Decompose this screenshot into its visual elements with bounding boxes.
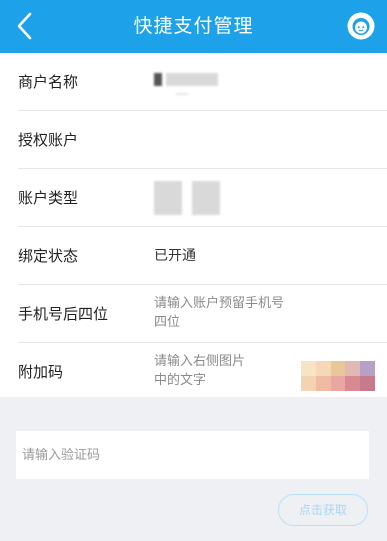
binding-status-value: 已开通	[154, 248, 196, 264]
binding-status-label: 绑定状态	[18, 247, 79, 265]
captcha-row[interactable]: 附加码 请输入右侧图片 中的文字	[0, 343, 387, 401]
captcha-placeholder: 中的文字	[154, 373, 207, 388]
phone-last-four-placeholder: 四位	[154, 315, 181, 330]
account-type-row: 账户类型	[0, 169, 387, 227]
captcha-input[interactable]: 请输入右侧图片 中的文字	[154, 352, 324, 390]
customer-service-icon	[347, 12, 375, 40]
phone-last-four-label: 手机号后四位	[18, 305, 109, 323]
captcha-image[interactable]	[301, 361, 375, 391]
authorized-account-label: 授权账户	[18, 131, 79, 149]
header-bar: 快捷支付管理	[0, 0, 387, 53]
masked-text	[154, 181, 182, 215]
customer-service-button[interactable]	[343, 8, 379, 44]
masked-text	[166, 73, 218, 86]
merchant-name-label: 商户名称	[18, 73, 79, 91]
phone-last-four-placeholder: 请输入账户预留手机号	[154, 296, 285, 311]
captcha-placeholder: 请输入右侧图片	[154, 354, 246, 369]
merchant-name-row: 商户名称	[0, 53, 387, 111]
phone-last-four-row[interactable]: 手机号后四位 请输入账户预留手机号 四位	[0, 285, 387, 343]
account-type-label: 账户类型	[18, 189, 79, 207]
page-title: 快捷支付管理	[133, 15, 254, 37]
get-code-button[interactable]: 点击获取	[278, 494, 368, 526]
binding-status-row: 绑定状态 已开通	[0, 227, 387, 285]
authorized-account-row: 授权账户	[0, 111, 387, 169]
captcha-label: 附加码	[18, 363, 64, 381]
payment-info-form: 商户名称 授权账户 账户类型 绑定状态 已开通 手机号后四位 请输入账户预留手机…	[0, 53, 387, 397]
masked-text	[192, 181, 220, 215]
masked-text	[154, 73, 162, 86]
masked-text	[176, 93, 188, 95]
phone-last-four-input[interactable]: 请输入账户预留手机号 四位	[154, 294, 324, 332]
verification-code-input[interactable]	[16, 431, 369, 479]
verification-code-field[interactable]	[16, 431, 369, 479]
